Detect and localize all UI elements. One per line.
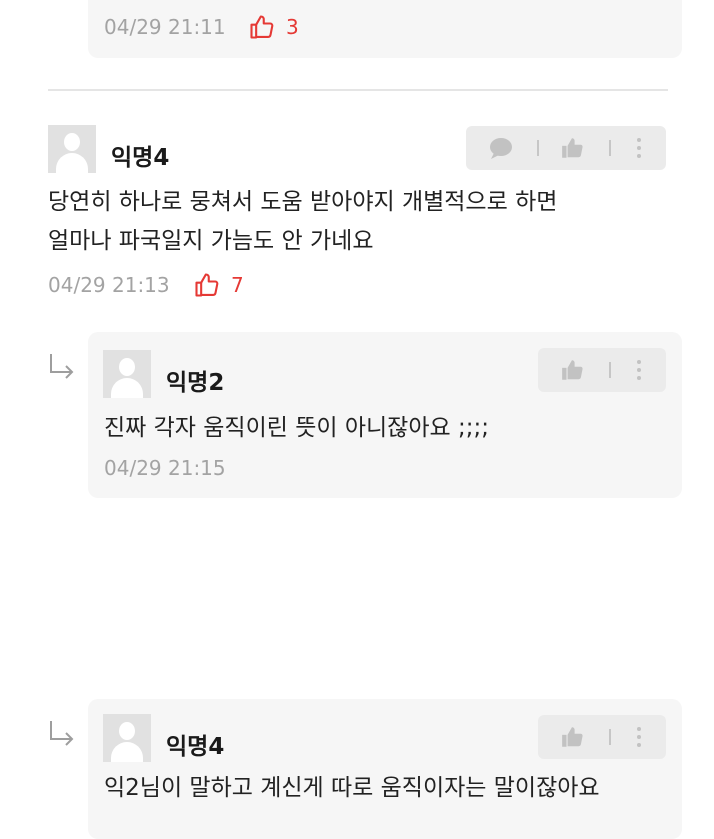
separator: [609, 729, 611, 745]
thumbs-up-icon[interactable]: [560, 357, 586, 383]
more-vertical-icon[interactable]: [637, 727, 641, 751]
timestamp: 04/29 21:15: [104, 456, 226, 480]
separator: [537, 140, 539, 156]
avatar: [48, 125, 96, 173]
divider: [48, 89, 668, 91]
timestamp: 04/29 21:13: [48, 273, 170, 297]
separator: [609, 140, 611, 156]
reply-arrow-icon: [50, 721, 74, 746]
comment-action-bar: [466, 126, 666, 170]
more-vertical-icon[interactable]: [637, 138, 641, 162]
more-vertical-icon[interactable]: [637, 360, 641, 384]
timestamp: 04/29 21:11: [104, 15, 226, 39]
comment-text-line-2: 얼마나 파국일지 가늠도 안 가네요: [48, 228, 374, 254]
chat-bubble-icon[interactable]: [488, 136, 514, 160]
separator: [609, 362, 611, 378]
reply-box-previous: 04/29 21:11 3: [88, 0, 682, 58]
reply-arrow-icon: [50, 354, 74, 379]
thumbs-up-outline-icon[interactable]: [248, 13, 276, 41]
avatar: [103, 714, 151, 762]
reply-box: 익명4 익2님이 말하고 계신게 따로 움직이자는 말이잖아요: [88, 699, 682, 839]
reply-action-bar: [538, 715, 666, 759]
thumbs-up-icon[interactable]: [560, 135, 586, 161]
comment-text-line-1: 당연히 하나로 뭉쳐서 도움 받아야지 개별적으로 하면: [48, 189, 558, 215]
thumbs-up-icon[interactable]: [560, 724, 586, 750]
reply-box: 익명2 진짜 각자 움직이린 뜻이 아니잖아요 ;;;; 04/29 21:15: [88, 332, 682, 498]
avatar: [103, 350, 151, 398]
reply-author: 익명4: [166, 734, 225, 760]
reply-text: 익2님이 말하고 계신게 따로 움직이자는 말이잖아요: [104, 775, 600, 801]
like-count: 3: [286, 15, 299, 39]
like-count: 7: [231, 273, 244, 297]
reply-text: 진짜 각자 움직이린 뜻이 아니잖아요 ;;;;: [104, 415, 489, 441]
thumbs-up-outline-icon[interactable]: [193, 271, 221, 299]
comment-author: 익명4: [111, 145, 170, 171]
reply-author: 익명2: [166, 370, 225, 396]
reply-action-bar: [538, 348, 666, 392]
